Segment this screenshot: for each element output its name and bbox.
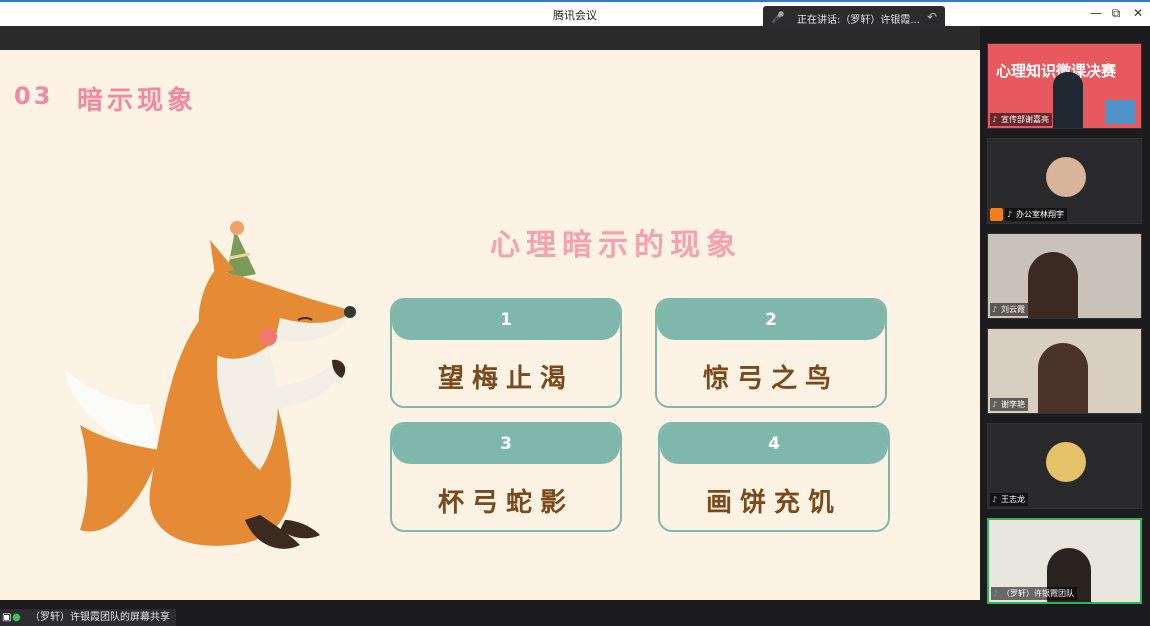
- fox-illustration: [65, 221, 356, 549]
- participant-tile[interactable]: ♪ 刘云霞: [987, 233, 1142, 319]
- section-title: 暗示现象: [77, 86, 198, 116]
- section-number: 03: [14, 82, 54, 110]
- avatar: [1046, 442, 1086, 482]
- participant-tile-active[interactable]: ♪ （罗轩）许银霞团队: [987, 518, 1142, 604]
- bottom-bar: ▣● （罗轩）许银霞团队的屏幕共享: [0, 600, 980, 626]
- card-text: 杯弓蛇影: [437, 488, 574, 518]
- phenomenon-card-3: 3 杯弓蛇影: [390, 422, 622, 532]
- participant-tile[interactable]: ♪ 办公室林翔宇: [987, 138, 1142, 224]
- mic-icon: ♪: [1007, 210, 1013, 219]
- participant-name: ♪ 谢李艳: [990, 398, 1028, 411]
- card-number: 2: [657, 300, 885, 340]
- phenomenon-card-1: 1 望梅止渴: [390, 298, 622, 408]
- avatar: [1046, 157, 1086, 197]
- card-text: 惊弓之鸟: [702, 364, 839, 394]
- participant-name: ♪ （罗轩）许银霞团队: [991, 587, 1077, 600]
- mic-icon: ♪: [993, 589, 999, 598]
- minimize-button[interactable]: —: [1088, 6, 1104, 20]
- phenomenon-card-2: 2 惊弓之鸟: [655, 298, 887, 408]
- book-graphic: [1105, 100, 1135, 124]
- card-number: 3: [392, 424, 620, 464]
- window-title: 腾讯会议: [553, 9, 597, 22]
- card-text: 画饼充饥: [705, 488, 842, 518]
- close-button[interactable]: ✕: [1130, 6, 1146, 20]
- participant-name: ♪ 刘云霞: [990, 303, 1028, 316]
- speaking-label: 正在讲话:（罗轩）许银霞...: [797, 15, 920, 26]
- collapse-arrow-icon[interactable]: ↶: [927, 10, 937, 24]
- presentation-slide: 03 暗示现象 心理暗示的现象 1 望梅止渴 2 惊弓之鸟 3 杯弓蛇影 4 画…: [0, 50, 980, 601]
- person-silhouette: [1038, 343, 1088, 413]
- mic-icon: ♪: [992, 400, 998, 409]
- participant-name: ♪ 办公室林翔宇: [1005, 208, 1067, 221]
- mic-icon: ♪: [992, 115, 998, 124]
- person-silhouette: [1053, 72, 1083, 128]
- speaking-indicator[interactable]: 🎤 正在讲话:（罗轩）许银霞... ↶: [763, 6, 945, 30]
- screen-share-label: （罗轩）许银霞团队的屏幕共享: [30, 612, 170, 623]
- participant-name: ♪ 宣传部谢嘉亮: [990, 113, 1052, 126]
- card-number: 4: [660, 424, 888, 464]
- card-text: 望梅止渴: [437, 364, 574, 394]
- mic-icon: ●: [12, 612, 21, 623]
- card-number: 1: [392, 300, 620, 340]
- mic-icon: ♪: [992, 495, 998, 504]
- screen-share-area: 03 暗示现象 心理暗示的现象 1 望梅止渴 2 惊弓之鸟 3 杯弓蛇影 4 画…: [0, 26, 980, 601]
- participant-tile[interactable]: ♪ 谢李艳: [987, 328, 1142, 414]
- phenomenon-card-4: 4 画饼充饥: [658, 422, 890, 532]
- camera-off-icon: [990, 208, 1003, 221]
- participant-sidebar[interactable]: 心理知识微课决赛 ♪ 宣传部谢嘉亮 ♪ 办公室林翔宇 ♪ 刘云霞 ♪ 谢李艳 ♪ 王志龙 …: [980, 26, 1150, 626]
- participant-name: ♪ 王志龙: [990, 493, 1028, 506]
- screen-share-icon: ▣: [2, 612, 12, 623]
- screen-share-badge[interactable]: ▣● （罗轩）许银霞团队的屏幕共享: [0, 609, 176, 626]
- restore-button[interactable]: ⧉: [1108, 6, 1124, 21]
- participant-tile[interactable]: 心理知识微课决赛 ♪ 宣传部谢嘉亮: [987, 43, 1142, 129]
- mic-icon: 🎤: [771, 11, 785, 24]
- participant-tile[interactable]: ♪ 王志龙: [987, 423, 1142, 509]
- slide-heading: 心理暗示的现象: [490, 228, 742, 263]
- title-bar: 腾讯会议 — ⧉ ✕: [0, 0, 1150, 26]
- mic-icon: ♪: [992, 305, 998, 314]
- person-silhouette: [1028, 252, 1078, 318]
